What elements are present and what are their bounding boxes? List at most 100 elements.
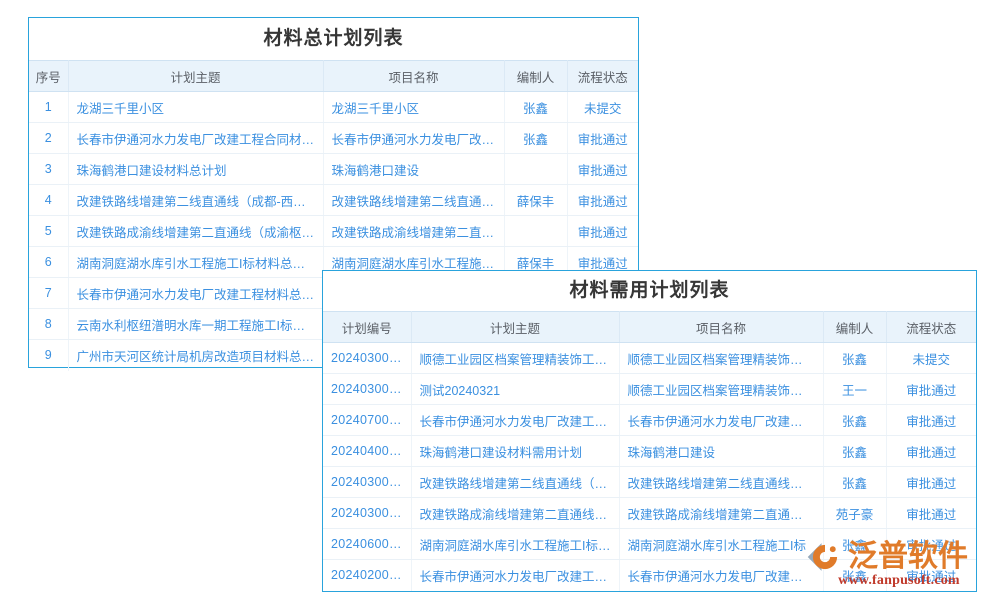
column-header-subject[interactable]: 计划主题: [411, 312, 619, 343]
cell-project[interactable]: 改建铁路线增建第二线直通线（成都...: [619, 467, 823, 498]
cell-subject[interactable]: 改建铁路成渝线增建第二直通线（成渝枢纽...: [68, 216, 323, 247]
cell-subject[interactable]: 改建铁路线增建第二线直通线（成都...: [411, 467, 619, 498]
table-row[interactable]: 2024030001 改建铁路线增建第二线直通线（成都... 改建铁路线增建第二…: [323, 467, 976, 498]
material-demand-plan-panel: 材料需用计划列表 计划编号 计划主题 项目名称 编制人 流程状态 2024030…: [322, 270, 977, 592]
table-row[interactable]: 2024020005 长春市伊通河水力发电厂改建工程材... 长春市伊通河水力发…: [323, 560, 976, 591]
demand-plan-title: 材料需用计划列表: [323, 271, 976, 311]
table-row[interactable]: 4 改建铁路线增建第二线直通线（成都-西安）... 改建铁路线增建第二线直通线（…: [29, 185, 638, 216]
cell-author: [504, 154, 567, 185]
cell-status: 审批通过: [567, 216, 638, 247]
column-header-project[interactable]: 项目名称: [619, 312, 823, 343]
cell-subject[interactable]: 顺德工业园区档案管理精装饰工程（...: [411, 343, 619, 374]
cell-subject[interactable]: 珠海鹤港口建设材料总计划: [68, 154, 323, 185]
cell-code: 2024020005: [323, 560, 411, 591]
cell-project[interactable]: 湖南洞庭湖水库引水工程施工I标: [619, 529, 823, 560]
cell-subject[interactable]: 长春市伊通河水力发电厂改建工程材料总计划: [68, 278, 323, 309]
table-row[interactable]: 3 珠海鹤港口建设材料总计划 珠海鹤港口建设 审批通过: [29, 154, 638, 185]
cell-project[interactable]: 龙湖三千里小区: [323, 92, 504, 123]
cell-author: 苑子豪: [823, 498, 886, 529]
table-row[interactable]: 2024070001 长春市伊通河水力发电厂改建工程合... 长春市伊通河水力发…: [323, 405, 976, 436]
total-plan-table-head: 序号 计划主题 项目名称 编制人 流程状态: [29, 61, 638, 92]
cell-subject[interactable]: 湖南洞庭湖水库引水工程施工I标材料总计划: [68, 247, 323, 278]
cell-status: 审批通过: [567, 123, 638, 154]
table-row[interactable]: 2024040003 珠海鹤港口建设材料需用计划 珠海鹤港口建设 张鑫 审批通过: [323, 436, 976, 467]
cell-author: [504, 216, 567, 247]
table-row[interactable]: 2024030010 顺德工业园区档案管理精装饰工程（... 顺德工业园区档案管…: [323, 343, 976, 374]
cell-subject[interactable]: 广州市天河区统计局机房改造项目材料总计划: [68, 340, 323, 371]
cell-status: 审批通过: [886, 467, 976, 498]
cell-code: 2024030002: [323, 498, 411, 529]
cell-project[interactable]: 珠海鹤港口建设: [619, 436, 823, 467]
cell-subject[interactable]: 云南水利枢纽潽明水库一期工程施工I标材料...: [68, 309, 323, 340]
total-plan-title: 材料总计划列表: [29, 18, 638, 60]
cell-index: 5: [29, 216, 68, 247]
demand-plan-table-head: 计划编号 计划主题 项目名称 编制人 流程状态: [323, 312, 976, 343]
cell-status: 审批通过: [886, 560, 976, 591]
cell-index: 1: [29, 92, 68, 123]
cell-project[interactable]: 长春市伊通河水力发电厂改建工程: [619, 405, 823, 436]
column-header-author[interactable]: 编制人: [504, 61, 567, 92]
cell-subject[interactable]: 龙湖三千里小区: [68, 92, 323, 123]
cell-index: 9: [29, 340, 68, 371]
cell-status: 审批通过: [886, 405, 976, 436]
cell-index: 8: [29, 309, 68, 340]
cell-index: 2: [29, 123, 68, 154]
cell-author: 薛保丰: [504, 185, 567, 216]
cell-project[interactable]: 改建铁路成渝线增建第二直通线（成...: [619, 498, 823, 529]
cell-index: 7: [29, 278, 68, 309]
cell-subject[interactable]: 测试20240321: [411, 374, 619, 405]
cell-status: 审批通过: [886, 436, 976, 467]
cell-subject[interactable]: 改建铁路线增建第二线直通线（成都-西安）...: [68, 185, 323, 216]
cell-project[interactable]: 改建铁路线增建第二线直通线（...: [323, 185, 504, 216]
column-header-subject[interactable]: 计划主题: [68, 61, 323, 92]
cell-subject[interactable]: 长春市伊通河水力发电厂改建工程合同材料...: [68, 123, 323, 154]
cell-index: 6: [29, 247, 68, 278]
column-header-status[interactable]: 流程状态: [567, 61, 638, 92]
cell-subject[interactable]: 湖南洞庭湖水库引水工程施工I标材...: [411, 529, 619, 560]
table-row[interactable]: 2024030009 测试20240321 顺德工业园区档案管理精装饰工程（..…: [323, 374, 976, 405]
cell-author: 王一: [823, 374, 886, 405]
cell-status: 审批通过: [567, 154, 638, 185]
cell-status: 审批通过: [567, 185, 638, 216]
cell-subject[interactable]: 改建铁路成渝线增建第二直通线（成...: [411, 498, 619, 529]
cell-author: 张鑫: [823, 436, 886, 467]
cell-author: 张鑫: [823, 343, 886, 374]
cell-author: 张鑫: [823, 405, 886, 436]
table-row[interactable]: 2024060004 湖南洞庭湖水库引水工程施工I标材... 湖南洞庭湖水库引水…: [323, 529, 976, 560]
table-row[interactable]: 1 龙湖三千里小区 龙湖三千里小区 张鑫 未提交: [29, 92, 638, 123]
cell-status: 未提交: [886, 343, 976, 374]
cell-subject[interactable]: 长春市伊通河水力发电厂改建工程材...: [411, 560, 619, 591]
demand-plan-table: 计划编号 计划主题 项目名称 编制人 流程状态 2024030010 顺德工业园…: [323, 311, 976, 591]
column-header-project[interactable]: 项目名称: [323, 61, 504, 92]
cell-author: 张鑫: [504, 123, 567, 154]
cell-code: 2024030010: [323, 343, 411, 374]
cell-project[interactable]: 改建铁路成渝线增建第二直通线...: [323, 216, 504, 247]
cell-index: 3: [29, 154, 68, 185]
cell-code: 2024040003: [323, 436, 411, 467]
cell-code: 2024030001: [323, 467, 411, 498]
table-row[interactable]: 5 改建铁路成渝线增建第二直通线（成渝枢纽... 改建铁路成渝线增建第二直通线.…: [29, 216, 638, 247]
cell-code: 2024060004: [323, 529, 411, 560]
cell-project[interactable]: 顺德工业园区档案管理精装饰工程（...: [619, 343, 823, 374]
cell-subject[interactable]: 珠海鹤港口建设材料需用计划: [411, 436, 619, 467]
column-header-author[interactable]: 编制人: [823, 312, 886, 343]
cell-project[interactable]: 长春市伊通河水力发电厂改建工程: [619, 560, 823, 591]
column-header-code[interactable]: 计划编号: [323, 312, 411, 343]
table-row[interactable]: 2 长春市伊通河水力发电厂改建工程合同材料... 长春市伊通河水力发电厂改建工程…: [29, 123, 638, 154]
cell-subject[interactable]: 长春市伊通河水力发电厂改建工程合...: [411, 405, 619, 436]
cell-status: 审批通过: [886, 529, 976, 560]
cell-project[interactable]: 珠海鹤港口建设: [323, 154, 504, 185]
column-header-status[interactable]: 流程状态: [886, 312, 976, 343]
cell-project[interactable]: 顺德工业园区档案管理精装饰工程（...: [619, 374, 823, 405]
table-row[interactable]: 2024030002 改建铁路成渝线增建第二直通线（成... 改建铁路成渝线增建…: [323, 498, 976, 529]
cell-author: 张鑫: [823, 560, 886, 591]
cell-index: 4: [29, 185, 68, 216]
cell-status: 审批通过: [886, 498, 976, 529]
cell-status: 未提交: [567, 92, 638, 123]
column-header-index[interactable]: 序号: [29, 61, 68, 92]
cell-author: 张鑫: [504, 92, 567, 123]
cell-project[interactable]: 长春市伊通河水力发电厂改建工程: [323, 123, 504, 154]
cell-code: 2024070001: [323, 405, 411, 436]
cell-code: 2024030009: [323, 374, 411, 405]
cell-author: 张鑫: [823, 467, 886, 498]
